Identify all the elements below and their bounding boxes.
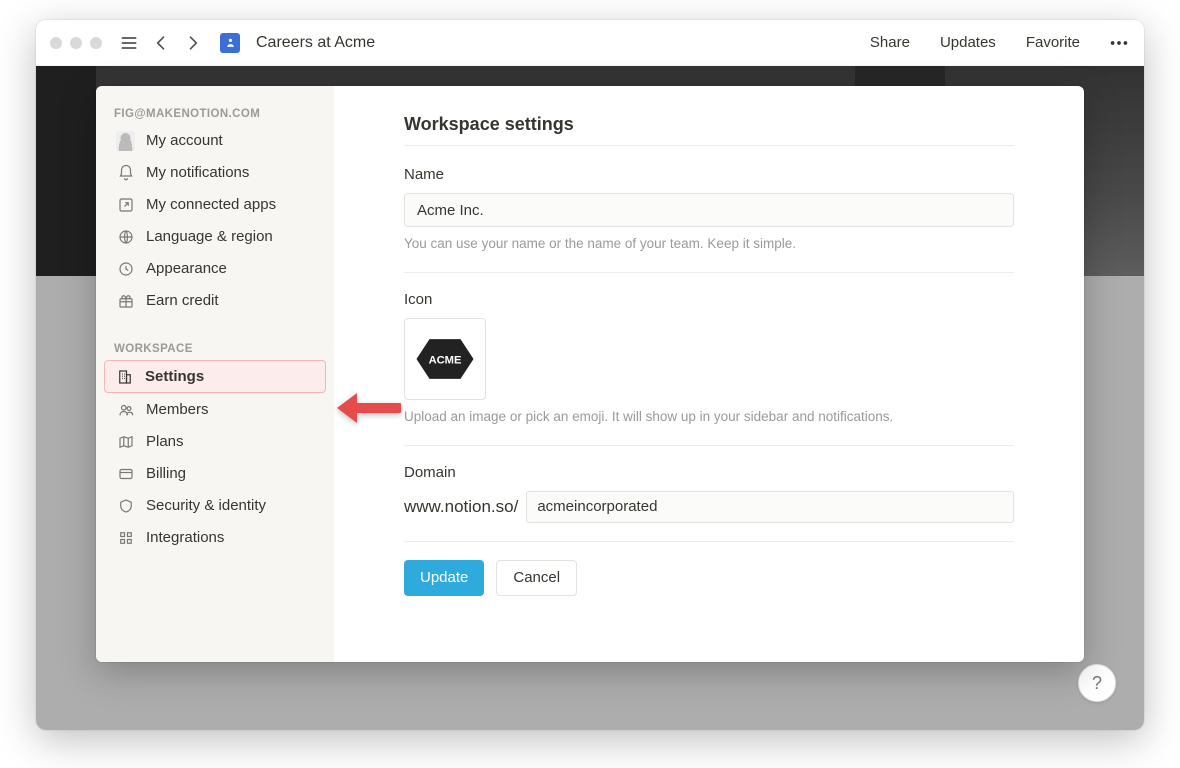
bell-icon: [116, 163, 135, 182]
sidebar-item-settings[interactable]: Settings: [104, 360, 326, 393]
people-icon: [116, 400, 135, 419]
sidebar-item-language-region[interactable]: Language & region: [106, 221, 324, 252]
cancel-button[interactable]: Cancel: [496, 560, 577, 596]
domain-prefix: www.notion.so/: [404, 497, 518, 517]
name-help-text: You can use your name or the name of you…: [404, 235, 1014, 254]
sidebar-item-earn-credit[interactable]: Earn credit: [106, 285, 324, 316]
sidebar-item-my-notifications[interactable]: My notifications: [106, 157, 324, 188]
button-row: Update Cancel: [404, 560, 1014, 596]
sidebar-item-security-identity[interactable]: Security & identity: [106, 490, 324, 521]
more-icon[interactable]: [1108, 32, 1130, 54]
sidebar-item-label: Appearance: [146, 260, 227, 277]
divider: [404, 145, 1014, 146]
workspace-name-input[interactable]: [404, 193, 1014, 227]
credit-card-icon: [116, 464, 135, 483]
name-field-label: Name: [404, 166, 1014, 183]
settings-main: Workspace settings Name You can use your…: [334, 86, 1084, 662]
titlebar: Careers at Acme Share Updates Favorite: [36, 20, 1144, 66]
divider: [404, 445, 1014, 446]
sidebar-item-members[interactable]: Members: [106, 394, 324, 425]
globe-icon: [116, 227, 135, 246]
map-icon: [116, 432, 135, 451]
icon-help-text: Upload an image or pick an emoji. It wil…: [404, 408, 1014, 427]
sidebar-item-label: Members: [146, 401, 209, 418]
settings-heading: Workspace settings: [404, 114, 1014, 135]
sidebar-item-my-account[interactable]: My account: [106, 125, 324, 156]
favorite-button[interactable]: Favorite: [1026, 34, 1080, 51]
icon-field-label: Icon: [404, 291, 1014, 308]
divider: [404, 272, 1014, 273]
sidebar-item-label: Plans: [146, 433, 184, 450]
sidebar-item-label: My notifications: [146, 164, 249, 181]
updates-button[interactable]: Updates: [940, 34, 996, 51]
back-icon[interactable]: [150, 32, 172, 54]
sidebar-item-label: Settings: [145, 368, 204, 385]
menu-icon[interactable]: [118, 32, 140, 54]
account-section-label: FIG@MAKENOTION.COM: [102, 102, 328, 124]
settings-sidebar: FIG@MAKENOTION.COM My account My notific…: [96, 86, 334, 662]
app-window: Careers at Acme Share Updates Favorite O…: [36, 20, 1144, 730]
window-controls: [50, 37, 102, 49]
sidebar-item-label: My connected apps: [146, 196, 276, 213]
sidebar-item-plans[interactable]: Plans: [106, 426, 324, 457]
acme-logo-icon: ACME: [414, 333, 476, 385]
page-emoji-icon: [220, 33, 240, 53]
workspace-section-label: WORKSPACE: [102, 337, 328, 359]
workspace-domain-input[interactable]: [526, 491, 1014, 523]
sidebar-item-label: Security & identity: [146, 497, 266, 514]
domain-field-label: Domain: [404, 464, 1014, 481]
share-button[interactable]: Share: [870, 34, 910, 51]
sidebar-item-label: Integrations: [146, 529, 224, 546]
domain-row: www.notion.so/: [404, 491, 1014, 523]
sidebar-item-my-connected-apps[interactable]: My connected apps: [106, 189, 324, 220]
close-window-icon[interactable]: [50, 37, 62, 49]
sidebar-item-billing[interactable]: Billing: [106, 458, 324, 489]
settings-modal: FIG@MAKENOTION.COM My account My notific…: [96, 86, 1084, 662]
building-icon: [115, 367, 134, 386]
sidebar-item-label: My account: [146, 132, 223, 149]
sidebar-item-appearance[interactable]: Appearance: [106, 253, 324, 284]
gift-icon: [116, 291, 135, 310]
update-button[interactable]: Update: [404, 560, 484, 596]
help-button[interactable]: ?: [1078, 664, 1116, 702]
workspace-icon-picker[interactable]: ACME: [404, 318, 486, 400]
page-title[interactable]: Careers at Acme: [256, 34, 375, 52]
svg-text:ACME: ACME: [429, 354, 462, 366]
avatar-icon: [116, 131, 135, 150]
sidebar-item-integrations[interactable]: Integrations: [106, 522, 324, 553]
sidebar-item-label: Billing: [146, 465, 186, 482]
shield-icon: [116, 496, 135, 515]
sidebar-item-label: Earn credit: [146, 292, 219, 309]
divider: [404, 541, 1014, 542]
forward-icon[interactable]: [182, 32, 204, 54]
arrow-up-right-square-icon: [116, 195, 135, 214]
clock-icon: [116, 259, 135, 278]
grid-icon: [116, 528, 135, 547]
sidebar-item-label: Language & region: [146, 228, 273, 245]
maximize-window-icon[interactable]: [90, 37, 102, 49]
minimize-window-icon[interactable]: [70, 37, 82, 49]
